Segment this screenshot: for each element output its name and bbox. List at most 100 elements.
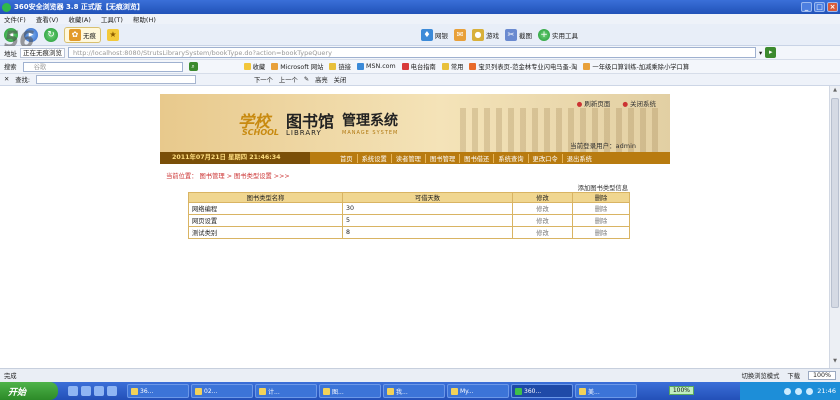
dot-icon: ●	[576, 100, 583, 108]
table-row: 测试类别 8 修改 删除	[188, 226, 630, 239]
task-button[interactable]: 36...	[127, 384, 189, 398]
add-book-type-link[interactable]: 添加图书类型信息	[578, 185, 628, 192]
radio-icon	[401, 63, 409, 70]
edit-link[interactable]: 修改	[512, 226, 573, 239]
paw-icon: ✿	[69, 28, 81, 41]
scissors-icon: ✂	[505, 28, 517, 41]
star-icon[interactable]: ★	[107, 28, 119, 41]
col-edit: 修改	[512, 192, 573, 203]
close-system-link[interactable]: ● 关闭系统	[622, 98, 656, 108]
menu-help[interactable]: 帮助(H)	[133, 14, 156, 24]
quick-launch-icon[interactable]	[107, 386, 117, 396]
scroll-down-icon[interactable]: ▼	[831, 358, 839, 367]
menu-tools[interactable]: 工具(T)	[101, 14, 123, 24]
nav-logout[interactable]: 退出系统	[563, 154, 596, 163]
task-button[interactable]: 我...	[383, 384, 445, 398]
nav-system-settings[interactable]: 系统设置	[358, 153, 392, 163]
app-nav: 2011年07月21日 星期四 21:46:34 首页 系统设置 读者管理 图书…	[160, 152, 670, 164]
task-button[interactable]: 计...	[255, 384, 317, 398]
eclipse-icon	[451, 387, 458, 395]
task-button[interactable]: 图...	[319, 384, 381, 398]
url-input[interactable]: http://localhost:8080/StrutsLibrarySyste…	[68, 47, 756, 58]
find-close-icon[interactable]: ✕	[4, 76, 9, 83]
menu-favorites[interactable]: 收藏(A)	[68, 14, 91, 24]
nav-home[interactable]: 首页	[336, 153, 358, 163]
refresh-page-link[interactable]: ● 刷新页面	[577, 98, 611, 108]
book-type-table: 图书类型名称 可借天数 修改 删除 网络编程 30 修改 删除 网页设置 5 修…	[188, 192, 630, 239]
nav-borrow-return[interactable]: 图书借还	[460, 153, 495, 163]
task-button[interactable]: My...	[447, 384, 509, 398]
task-button[interactable]: 02...	[191, 384, 253, 398]
task-button[interactable]: 美...	[575, 384, 637, 398]
fav-taobao[interactable]: 宝贝列表页-范金林专业闪电马蚤-淘	[469, 62, 577, 71]
search-icon[interactable]: ⌕	[188, 62, 198, 71]
header-links: ● 刷新页面 ● 关闭系统	[577, 98, 656, 108]
find-prev-button[interactable]: 上一个	[279, 75, 298, 84]
start-button[interactable]: 开始	[0, 382, 58, 400]
delete-link[interactable]: 删除	[572, 226, 630, 239]
quick-launch-icon[interactable]	[94, 386, 104, 396]
fav-math[interactable]: 一年级口算训练-加减乘除小学口算	[583, 62, 689, 71]
maximize-icon[interactable]: □	[814, 2, 825, 12]
find-input[interactable]	[36, 75, 196, 84]
col-delete: 删除	[572, 192, 630, 203]
find-next-button[interactable]: 下一个	[254, 75, 273, 84]
scroll-up-icon[interactable]: ▲	[831, 87, 839, 96]
edit-link[interactable]: 修改	[512, 202, 573, 215]
fav-collect[interactable]: 收藏	[243, 62, 265, 71]
highlight-icon[interactable]: ✎	[304, 76, 309, 83]
nav-book-management[interactable]: 图书管理	[426, 153, 461, 163]
close-window-icon[interactable]: ×	[827, 2, 838, 12]
library-title-en: LIBRARY	[286, 129, 322, 137]
refresh-icon[interactable]: ↻	[44, 27, 58, 42]
menu-file[interactable]: 文件(F)	[4, 14, 26, 24]
table-header-row: 图书类型名称 可借天数 修改 删除	[188, 192, 630, 203]
trace-button[interactable]: ✿ 无痕	[64, 26, 101, 43]
download-button[interactable]: 下载	[787, 371, 800, 380]
manage-title-en: MANAGE SYSTEM	[342, 130, 399, 136]
computer-icon	[387, 387, 394, 395]
browser-title: 360安全浏览器 3.8 正式版【无痕浏览】	[14, 3, 144, 11]
switch-mode-button[interactable]: 切换浏览模式	[742, 371, 780, 380]
folder-icon	[329, 63, 337, 70]
mail-button[interactable]: ✉	[454, 28, 466, 41]
scroll-thumb[interactable]	[831, 98, 839, 308]
minimize-icon[interactable]: _	[801, 2, 812, 12]
fav-microsoft[interactable]: Microsoft 网站	[271, 62, 323, 71]
quick-launch-icon[interactable]	[68, 386, 78, 396]
tools-button[interactable]: + 实用工具	[538, 28, 578, 41]
clock: 21:46	[817, 387, 836, 395]
go-button[interactable]: ▸	[765, 47, 777, 58]
search-label: 搜索	[4, 64, 17, 71]
games-button[interactable]: ● 游戏	[472, 28, 499, 41]
nav-system-query[interactable]: 系统查询	[494, 153, 529, 163]
nav-reader-management[interactable]: 读者管理	[392, 153, 426, 163]
fav-common[interactable]: 常用	[441, 62, 463, 71]
fav-links[interactable]: 链接	[329, 62, 351, 71]
find-close-button[interactable]: 关闭	[334, 75, 347, 84]
table-row: 网络编程 30 修改 删除	[188, 202, 630, 215]
tray-icon[interactable]	[806, 387, 814, 395]
fav-msn[interactable]: MSN.com	[357, 63, 396, 70]
delete-link[interactable]: 删除	[572, 202, 630, 215]
windows-taskbar: 开始 36... 02... 计... 图... 我... My... 360.…	[0, 382, 840, 400]
breadcrumb-book-type[interactable]: 图书类型设置	[234, 173, 272, 180]
breadcrumb-book-management[interactable]: 图书管理	[200, 173, 225, 180]
edit-link[interactable]: 修改	[512, 214, 573, 227]
url-dropdown-icon[interactable]: ▾	[759, 49, 762, 57]
netbank-button[interactable]: ♦ 网银	[421, 28, 448, 41]
delete-link[interactable]: 删除	[572, 214, 630, 227]
find-highlight-button[interactable]: 高亮	[315, 75, 328, 84]
task-button-active[interactable]: 360...	[511, 384, 573, 398]
screenshot-button[interactable]: ✂ 截图	[505, 28, 532, 41]
tray-icon[interactable]	[795, 387, 803, 395]
fav-radio[interactable]: 电台指南	[401, 62, 436, 71]
nav-change-password[interactable]: 更改口令	[529, 153, 563, 163]
zoom-level[interactable]: 100%	[807, 371, 836, 380]
vertical-scrollbar[interactable]: ▲ ▼	[829, 86, 840, 368]
menu-view[interactable]: 查看(V)	[36, 14, 59, 24]
quick-launch-icon[interactable]	[81, 386, 91, 396]
tray-icon[interactable]	[784, 387, 792, 395]
status-text: 完成	[4, 373, 17, 380]
search-engine-input[interactable]: 谷歌	[22, 61, 183, 72]
